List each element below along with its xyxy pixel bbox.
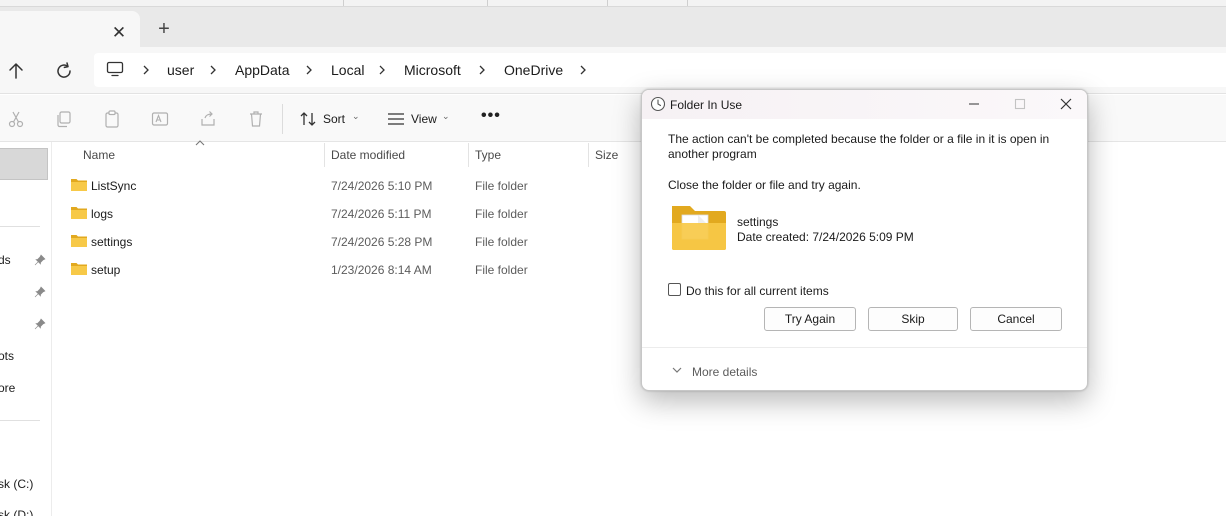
file-name: ListSync	[91, 179, 137, 193]
up-arrow-icon[interactable]	[4, 59, 28, 83]
paste-icon[interactable]	[102, 109, 122, 129]
strip-divider	[487, 0, 488, 6]
folder-icon	[71, 263, 87, 275]
try-again-button[interactable]: Try Again	[764, 307, 856, 331]
address-bar[interactable]: user AppData Local Microsoft OneDrive	[94, 53, 1226, 87]
sort-icon[interactable]	[298, 109, 318, 129]
dialog-instruction: Close the folder or file and try again.	[668, 178, 861, 192]
nav-item-drive-c[interactable]: sk (C:)	[0, 477, 33, 491]
this-pc-icon[interactable]	[106, 61, 124, 77]
apply-to-all-label[interactable]: Do this for all current items	[686, 284, 829, 298]
nav-divider	[0, 226, 40, 227]
large-folder-icon	[672, 206, 726, 250]
cut-icon[interactable]	[6, 109, 26, 129]
navigation-pane: ds ots ore sk (C:) sk (D:)	[0, 142, 52, 516]
more-details-label[interactable]: More details	[692, 365, 757, 379]
file-name: logs	[91, 207, 114, 221]
chevron-down-icon[interactable]: ⌄	[352, 111, 360, 122]
chevron-down-icon[interactable]	[671, 365, 683, 375]
column-header-name[interactable]: Name	[83, 148, 115, 162]
more-details-toggle[interactable]: More details	[642, 347, 1087, 390]
breadcrumb-local[interactable]: Local	[331, 62, 364, 78]
nav-item-fragment[interactable]: ots	[0, 349, 14, 363]
nav-item-fragment[interactable]: ore	[0, 381, 15, 395]
rename-icon[interactable]	[150, 109, 170, 129]
dialog-title-bar[interactable]: Folder In Use	[642, 90, 1087, 119]
strip-divider	[343, 0, 344, 6]
refresh-icon[interactable]	[52, 59, 76, 83]
share-icon[interactable]	[198, 109, 218, 129]
chevron-right-icon[interactable]	[208, 62, 218, 78]
dialog-title: Folder In Use	[670, 98, 743, 112]
more-options-icon[interactable]: •••	[481, 107, 501, 125]
folder-icon	[71, 179, 87, 191]
close-tab-icon[interactable]: ✕	[110, 24, 128, 42]
dialog-item-created: Date created: 7/24/2026 5:09 PM	[737, 230, 914, 244]
background-window-strip	[0, 0, 1226, 7]
folder-icon	[71, 235, 87, 247]
chevron-down-icon[interactable]: ⌄	[442, 111, 450, 122]
breadcrumb-microsoft[interactable]: Microsoft	[404, 62, 461, 78]
skip-button[interactable]: Skip	[868, 307, 958, 331]
tab-bar: ✕ +	[0, 7, 1226, 47]
column-separator[interactable]	[468, 143, 469, 167]
file-type: File folder	[475, 207, 528, 221]
delete-icon[interactable]	[246, 109, 266, 129]
file-date: 1/23/2026 8:14 AM	[331, 263, 432, 277]
strip-divider	[687, 0, 688, 6]
file-explorer-window: ✕ + user AppData Local Microsoft OneDriv…	[0, 0, 1226, 516]
sort-button[interactable]: Sort	[323, 112, 345, 126]
pin-icon[interactable]	[34, 318, 46, 330]
dialog-message: The action can't be completed because th…	[668, 132, 1050, 161]
column-header-type[interactable]: Type	[475, 148, 501, 162]
folder-icon	[71, 207, 87, 219]
chevron-right-icon[interactable]	[578, 62, 588, 78]
nav-divider	[0, 420, 40, 421]
view-icon[interactable]	[386, 109, 406, 129]
file-name: settings	[91, 235, 133, 249]
file-type: File folder	[475, 263, 528, 277]
column-separator[interactable]	[588, 143, 589, 167]
new-tab-button[interactable]: +	[154, 19, 174, 39]
folder-in-use-dialog: Folder In Use The action can't be comple…	[641, 89, 1088, 391]
minimize-icon[interactable]	[966, 96, 982, 112]
file-date: 7/24/2026 5:28 PM	[331, 235, 433, 249]
file-name: setup	[91, 263, 121, 277]
cancel-button[interactable]: Cancel	[970, 307, 1062, 331]
column-separator[interactable]	[324, 143, 325, 167]
strip-divider	[607, 0, 608, 6]
chevron-right-icon[interactable]	[377, 62, 387, 78]
navigation-bar: user AppData Local Microsoft OneDrive	[0, 47, 1226, 94]
maximize-icon	[1014, 98, 1026, 110]
nav-item-fragment[interactable]: ds	[0, 253, 11, 267]
command-separator	[282, 104, 283, 134]
breadcrumb-user[interactable]: user	[167, 62, 194, 78]
copy-icon[interactable]	[54, 109, 74, 129]
apply-to-all-checkbox[interactable]	[668, 283, 681, 296]
file-type: File folder	[475, 179, 528, 193]
file-type: File folder	[475, 235, 528, 249]
column-header-size[interactable]: Size	[595, 148, 618, 162]
file-date: 7/24/2026 5:11 PM	[331, 207, 432, 221]
active-tab[interactable]: ✕	[0, 11, 140, 47]
clock-icon	[650, 96, 666, 112]
column-header-date[interactable]: Date modified	[331, 148, 405, 162]
pin-icon[interactable]	[34, 254, 46, 266]
breadcrumb-onedrive[interactable]: OneDrive	[504, 62, 563, 78]
dialog-item-name: settings	[737, 215, 779, 229]
sort-ascending-icon	[195, 140, 205, 146]
chevron-right-icon[interactable]	[141, 62, 151, 78]
chevron-right-icon[interactable]	[304, 62, 314, 78]
nav-item-drive-d[interactable]: sk (D:)	[0, 508, 33, 516]
pin-icon[interactable]	[34, 286, 46, 298]
file-date: 7/24/2026 5:10 PM	[331, 179, 433, 193]
selected-nav-item[interactable]	[0, 148, 48, 180]
close-icon[interactable]	[1058, 96, 1074, 112]
view-button[interactable]: View	[411, 112, 437, 126]
chevron-right-icon[interactable]	[477, 62, 487, 78]
breadcrumb-appdata[interactable]: AppData	[235, 62, 289, 78]
